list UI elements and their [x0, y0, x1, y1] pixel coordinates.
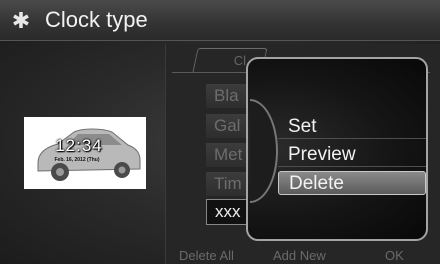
- tab-label: Cl: [233, 53, 247, 68]
- add-new-button[interactable]: Add New: [273, 247, 326, 264]
- bottom-bar: Delete All Add New OK: [165, 242, 440, 264]
- options-popup-menu: Set Preview Delete: [246, 57, 428, 241]
- menu-item-preview[interactable]: Preview: [278, 143, 426, 167]
- title-bar: ✱ Clock type: [0, 0, 440, 41]
- page-title: Clock type: [45, 7, 148, 32]
- menu-item-delete[interactable]: Delete: [278, 171, 426, 195]
- gear-icon: ✱: [11, 8, 31, 33]
- preview-clock-date: Feb. 16, 2012 (Thu): [54, 157, 100, 163]
- menu-item-set[interactable]: Set: [278, 115, 426, 139]
- clock-preview-thumbnail: 12:34 Feb. 16, 2012 (Thu): [24, 117, 146, 189]
- delete-all-button[interactable]: Delete All: [179, 247, 234, 264]
- preview-clock-time: 12:34: [55, 136, 103, 155]
- ok-button[interactable]: OK: [385, 247, 404, 264]
